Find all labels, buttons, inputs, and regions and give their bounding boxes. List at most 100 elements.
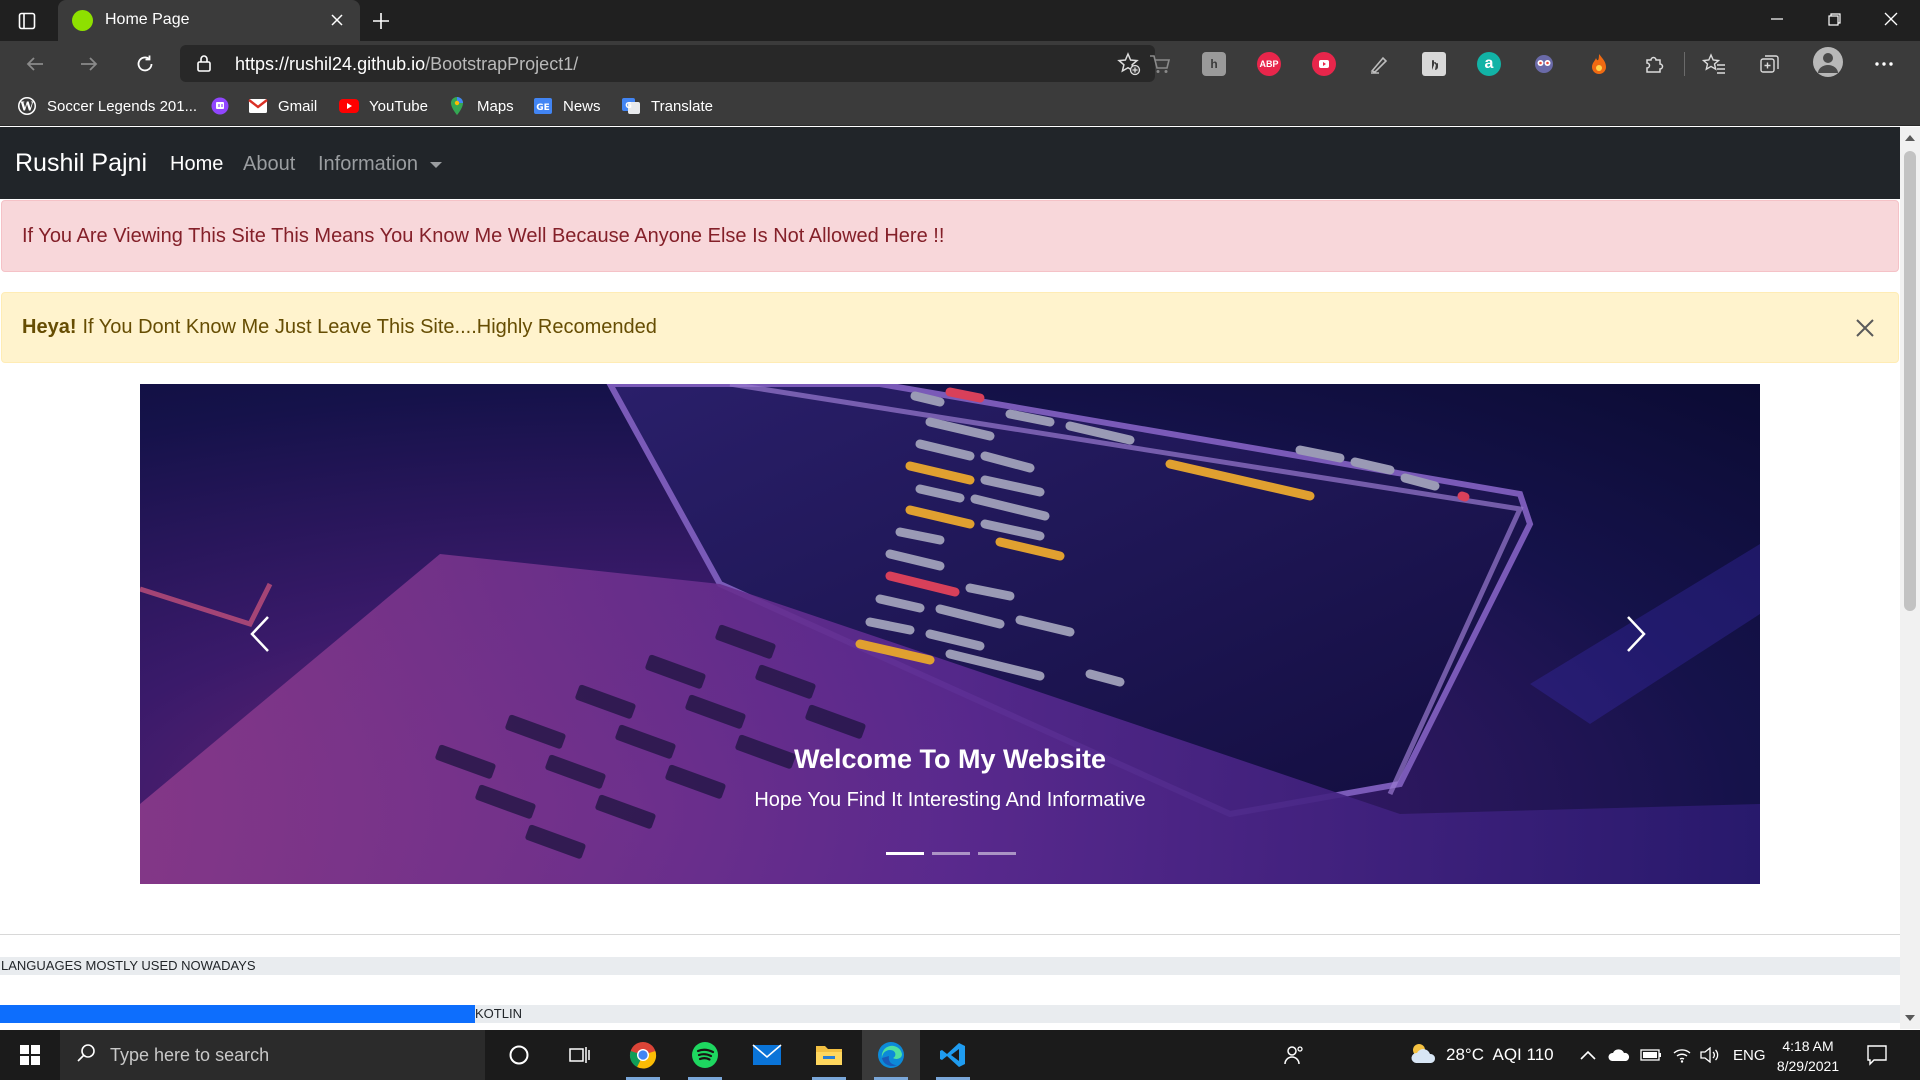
taskbar-search-box[interactable]: Type here to search xyxy=(60,1030,485,1080)
scroll-up-icon[interactable] xyxy=(1905,135,1915,141)
taskbar-search-placeholder: Type here to search xyxy=(110,1044,270,1065)
bookmark-label: Soccer Legends 201... xyxy=(47,97,198,115)
tab-actions-icon[interactable] xyxy=(14,8,40,34)
carousel-next-icon[interactable] xyxy=(1616,614,1656,654)
danger-alert: If You Are Viewing This Site This Means … xyxy=(1,200,1899,272)
hand-icon[interactable] xyxy=(1422,52,1446,76)
nav-information-label: Information xyxy=(318,153,419,175)
maps-icon xyxy=(447,96,467,116)
wordpress-icon: W xyxy=(17,96,37,116)
wifi-icon[interactable] xyxy=(1672,1030,1692,1080)
bookmark-label: Gmail xyxy=(278,97,318,115)
carousel-prev-icon[interactable] xyxy=(240,614,280,654)
carousel-indicators xyxy=(886,852,1016,855)
carousel-indicator[interactable] xyxy=(886,852,924,855)
h-extension-icon[interactable]: h xyxy=(1202,52,1226,76)
forward-icon[interactable] xyxy=(72,47,106,81)
site-favicon-icon xyxy=(72,10,93,31)
warning-alert-bold: Heya! xyxy=(22,316,77,338)
a-extension-icon[interactable]: a xyxy=(1477,52,1501,76)
danger-alert-text: If You Are Viewing This Site This Means … xyxy=(22,224,945,247)
nav-home-link[interactable]: Home xyxy=(170,153,223,176)
nav-about-link[interactable]: About xyxy=(243,153,295,176)
carousel-indicator[interactable] xyxy=(932,852,970,855)
close-alert-icon[interactable] xyxy=(1850,313,1880,343)
nav-information-dropdown[interactable]: Information xyxy=(318,153,443,176)
youtube-icon xyxy=(339,96,359,116)
bookmark-twitch[interactable] xyxy=(210,95,240,117)
tab-close-icon[interactable] xyxy=(326,9,348,31)
address-bar[interactable]: https://rushil24.github.io/BootstrapProj… xyxy=(180,45,1155,82)
bookmark-youtube[interactable]: YouTube xyxy=(339,95,428,117)
clock-date: 8/29/2021 xyxy=(1776,1058,1840,1074)
new-tab-icon[interactable] xyxy=(366,6,396,36)
browser-toolbar: https://rushil24.github.io/BootstrapProj… xyxy=(0,41,1920,86)
weather-widget[interactable]: 28°C AQI 110 xyxy=(1408,1030,1554,1080)
adblock-icon[interactable]: ABP xyxy=(1257,52,1281,76)
cart-icon[interactable] xyxy=(1148,52,1172,76)
back-icon[interactable] xyxy=(18,47,52,81)
url-text[interactable]: https://rushil24.github.io/BootstrapProj… xyxy=(235,54,578,75)
mail-icon[interactable] xyxy=(738,1030,796,1080)
toolbar-separator xyxy=(1684,52,1685,76)
battery-icon[interactable] xyxy=(1640,1030,1662,1080)
kotlin-progress: KOTLIN xyxy=(0,1005,1900,1023)
fire-icon[interactable] xyxy=(1587,52,1611,76)
vscode-icon[interactable] xyxy=(924,1030,982,1080)
extensions-puzzle-icon[interactable] xyxy=(1642,52,1666,76)
bookmark-gmail[interactable]: Gmail xyxy=(248,95,317,117)
collections-icon[interactable] xyxy=(1758,52,1782,76)
weather-partly-sunny-icon xyxy=(1408,1041,1438,1070)
page-scrollbar[interactable] xyxy=(1900,127,1920,1029)
profile-avatar-icon[interactable] xyxy=(1813,47,1843,77)
onedrive-icon[interactable] xyxy=(1608,1030,1630,1080)
youtube-ext-icon[interactable] xyxy=(1312,52,1336,76)
show-hidden-icons[interactable] xyxy=(1580,1030,1596,1080)
people-icon[interactable] xyxy=(1265,1030,1323,1080)
search-icon xyxy=(76,1043,96,1068)
edge-icon[interactable] xyxy=(862,1030,920,1080)
lock-icon[interactable] xyxy=(196,54,212,77)
input-language[interactable]: ENG xyxy=(1733,1030,1766,1080)
notifications-icon[interactable] xyxy=(1866,1030,1888,1080)
spotify-icon[interactable] xyxy=(676,1030,734,1080)
progress-label: KOTLIN xyxy=(475,1006,522,1021)
scrollbar-thumb[interactable] xyxy=(1904,151,1916,611)
carousel-indicator[interactable] xyxy=(978,852,1016,855)
chrome-icon[interactable] xyxy=(614,1030,672,1080)
page-viewport: Rushil Pajni Home About Information If Y… xyxy=(0,127,1900,1029)
windows-start-icon[interactable] xyxy=(0,1030,60,1080)
warning-alert: Heya! If You Dont Know Me Just Leave Thi… xyxy=(1,292,1899,363)
windows-taskbar: Type here to search 28°C AQI 110 ENG 4:1… xyxy=(0,1030,1920,1080)
twitch-icon xyxy=(210,96,230,116)
pen-icon[interactable] xyxy=(1367,52,1391,76)
bookmarks-bar: W Soccer Legends 201... Gmail YouTube Ma… xyxy=(0,86,1920,126)
favorites-icon[interactable] xyxy=(1702,52,1726,76)
bookmark-news[interactable]: GE News xyxy=(533,95,601,117)
scroll-down-icon[interactable] xyxy=(1905,1015,1915,1021)
more-menu-icon[interactable] xyxy=(1872,52,1896,76)
task-view-icon[interactable] xyxy=(551,1030,609,1080)
browser-tab[interactable]: Home Page xyxy=(58,0,360,41)
browser-titlebar: Home Page xyxy=(0,0,1920,41)
site-brand[interactable]: Rushil Pajni xyxy=(15,149,147,178)
minimize-icon[interactable] xyxy=(1748,0,1806,38)
add-favorite-icon[interactable] xyxy=(1117,52,1141,81)
file-explorer-icon[interactable] xyxy=(800,1030,858,1080)
tab-title: Home Page xyxy=(105,11,190,28)
owl-icon[interactable] xyxy=(1532,52,1556,76)
bookmark-maps[interactable]: Maps xyxy=(447,95,514,117)
restore-icon[interactable] xyxy=(1805,0,1863,38)
cortana-icon[interactable] xyxy=(490,1030,548,1080)
image-carousel: Welcome To My Website Hope You Find It I… xyxy=(140,384,1760,884)
bookmark-translate[interactable]: G Translate xyxy=(621,95,713,117)
svg-text:G: G xyxy=(625,101,632,110)
news-icon: GE xyxy=(533,96,553,116)
refresh-icon[interactable] xyxy=(128,47,162,81)
languages-heading: LANGUAGES MOSTLY USED NOWADAYS xyxy=(0,957,1900,975)
bookmark-soccer-legends[interactable]: W Soccer Legends 201... xyxy=(17,95,197,117)
svg-text:W: W xyxy=(19,100,34,114)
close-window-icon[interactable] xyxy=(1862,0,1920,38)
volume-icon[interactable] xyxy=(1700,1030,1720,1080)
taskbar-clock[interactable]: 4:18 AM 8/29/2021 xyxy=(1770,1036,1846,1076)
